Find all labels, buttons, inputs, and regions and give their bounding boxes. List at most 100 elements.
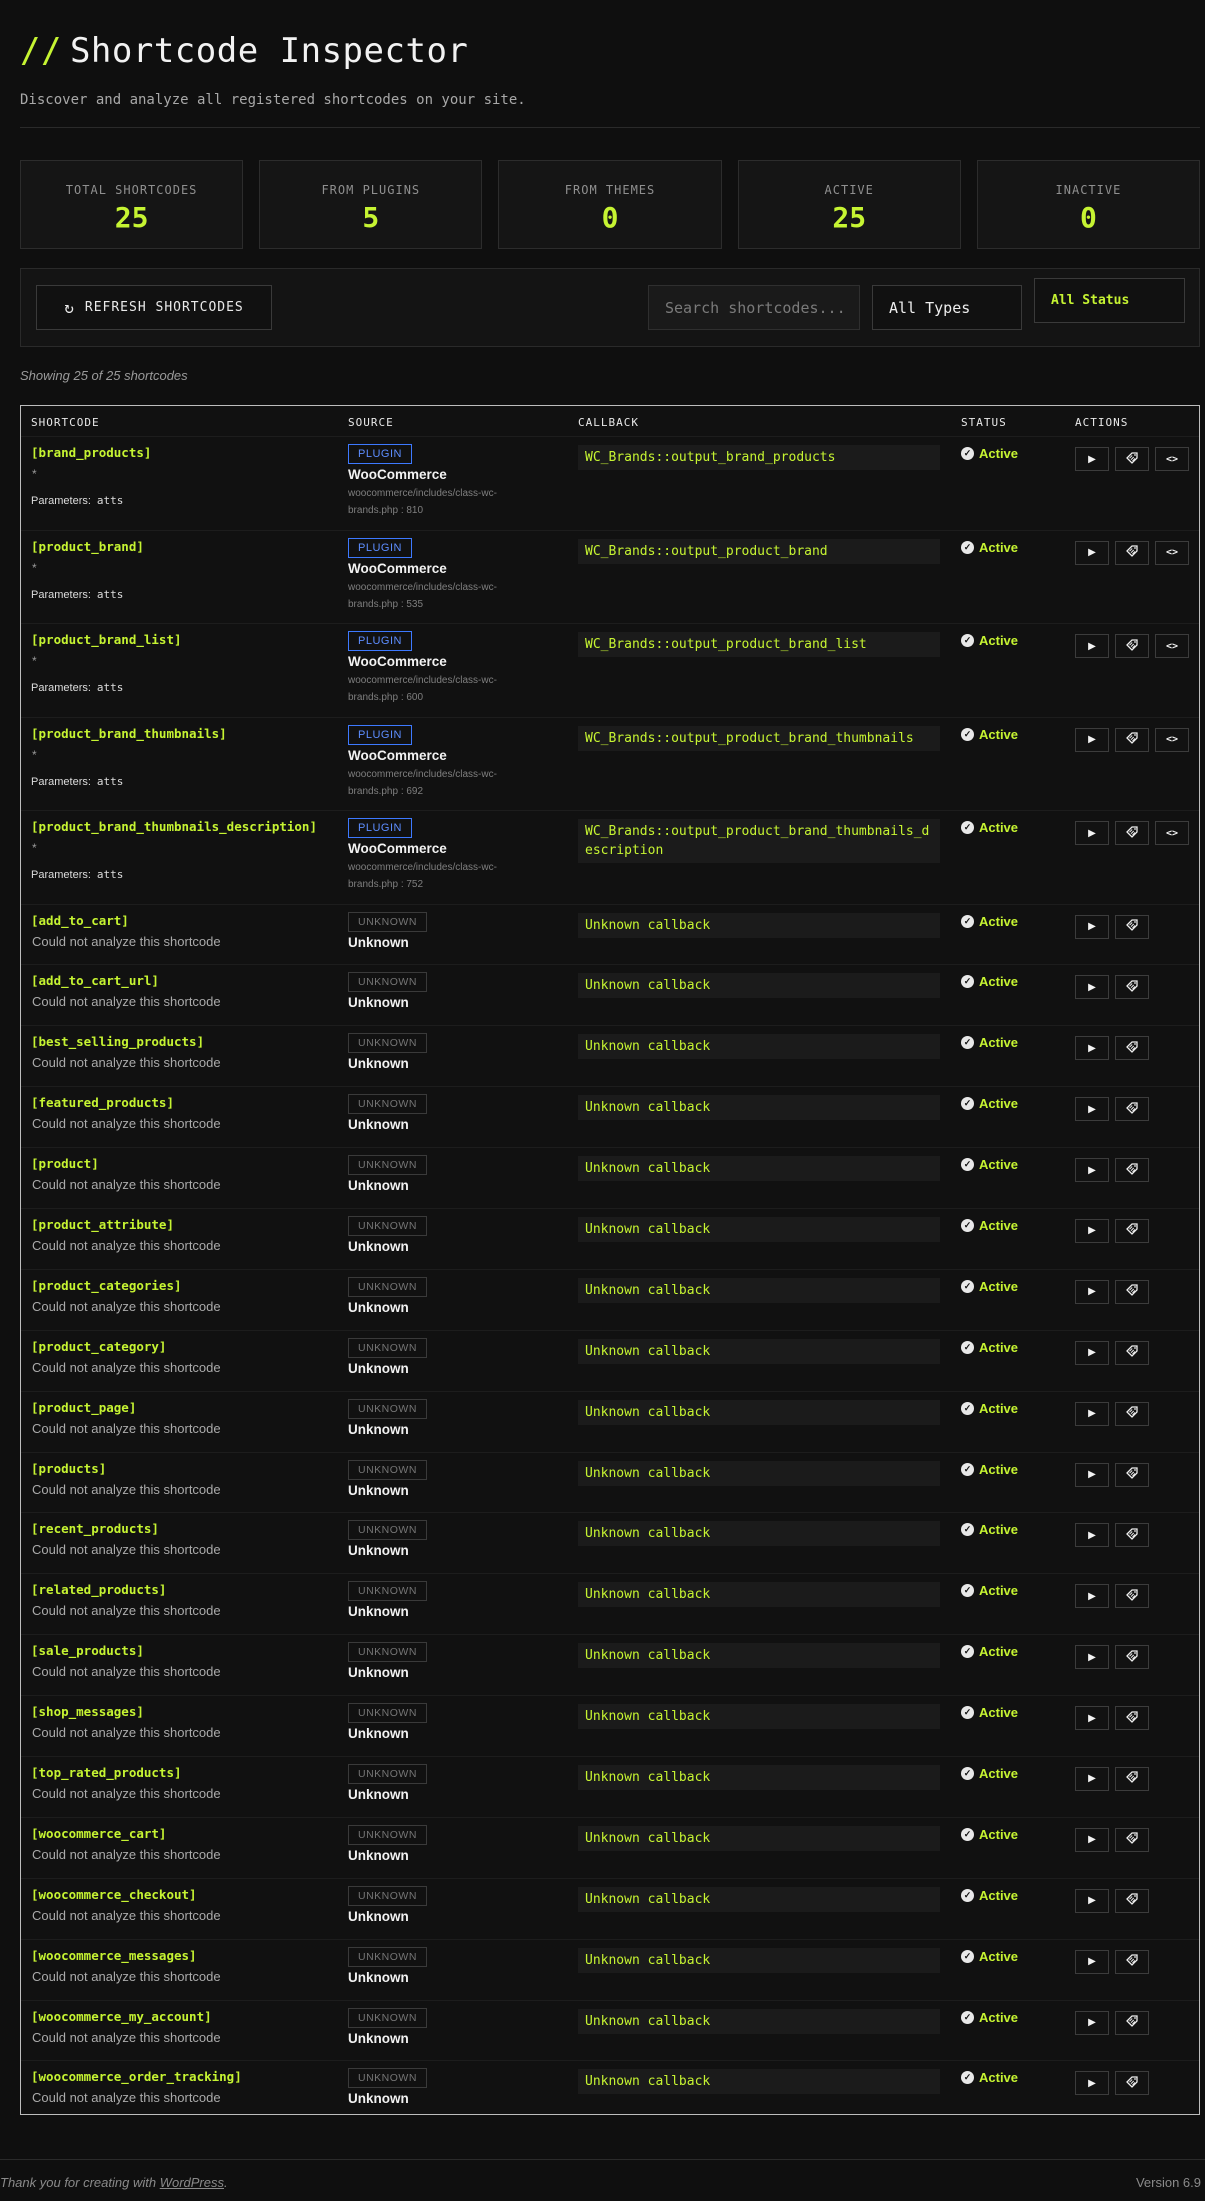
copy-shortcode-button[interactable] (1115, 1949, 1149, 1974)
callback-name: Unknown callback (578, 1095, 940, 1121)
row-actions: ▶ (1075, 1766, 1149, 1791)
copy-shortcode-button[interactable] (1115, 634, 1149, 658)
run-shortcode-button[interactable]: ▶ (1075, 821, 1109, 845)
copy-shortcode-button[interactable] (1115, 727, 1149, 752)
run-shortcode-button[interactable]: ▶ (1075, 634, 1109, 658)
view-source-button[interactable]: <> (1155, 727, 1189, 752)
tag-icon (1125, 544, 1139, 561)
run-shortcode-button[interactable]: ▶ (1075, 1401, 1109, 1426)
type-filter-select[interactable]: All Types (872, 285, 1022, 330)
status-badge: ✓ Active (961, 1462, 1018, 1477)
shortcode-attr-marker: * (32, 560, 37, 575)
callback-name: Unknown callback (578, 973, 940, 999)
run-shortcode-button[interactable]: ▶ (1075, 975, 1109, 1000)
view-source-button[interactable]: <> (1155, 634, 1189, 658)
check-circle-icon: ✓ (961, 1401, 974, 1415)
copy-shortcode-button[interactable] (1115, 1401, 1149, 1426)
copy-shortcode-button[interactable] (1115, 1279, 1149, 1304)
status-label: Active (979, 1400, 1019, 1416)
callback-name: Unknown callback (578, 1216, 940, 1242)
copy-shortcode-button[interactable] (1115, 1523, 1149, 1548)
copy-shortcode-button[interactable] (1115, 1218, 1149, 1243)
run-shortcode-button[interactable]: ▶ (1075, 1949, 1109, 1974)
callback-name: Unknown callback (578, 1582, 940, 1608)
copy-shortcode-button[interactable] (1115, 1766, 1149, 1791)
view-source-button[interactable]: <> (1155, 540, 1189, 565)
search-input[interactable] (648, 285, 860, 330)
run-shortcode-button[interactable]: ▶ (1075, 1645, 1109, 1670)
copy-shortcode-button[interactable] (1115, 1462, 1149, 1487)
copy-shortcode-button[interactable] (1115, 1340, 1149, 1365)
source-badge: UNKNOWN (348, 972, 427, 993)
run-shortcode-button[interactable]: ▶ (1075, 1158, 1109, 1183)
source-path: woocommerce/includes/class-wc-brands.php… (348, 862, 497, 890)
copy-shortcode-button[interactable] (1115, 1706, 1149, 1731)
run-shortcode-button[interactable]: ▶ (1075, 914, 1109, 939)
shortcode-attr-marker: * (32, 654, 37, 668)
copy-shortcode-button[interactable] (1115, 1827, 1149, 1852)
copy-shortcode-button[interactable] (1115, 1584, 1149, 1609)
run-shortcode-button[interactable]: ▶ (1075, 1340, 1109, 1365)
run-shortcode-button[interactable]: ▶ (1075, 1827, 1109, 1852)
status-filter-select[interactable]: All Status (1034, 278, 1185, 323)
copy-shortcode-button[interactable] (1115, 447, 1149, 471)
copy-shortcode-button[interactable] (1115, 1158, 1149, 1183)
shortcode-note: Could not analyze this shortcode (32, 1725, 221, 1741)
copy-shortcode-button[interactable] (1115, 1097, 1149, 1122)
run-shortcode-button[interactable]: ▶ (1075, 2010, 1109, 2035)
copy-shortcode-button[interactable] (1115, 540, 1149, 565)
shortcode-note: Could not analyze this shortcode (32, 1359, 221, 1375)
row-actions: ▶ (1075, 1645, 1149, 1670)
callback-name: Unknown callback (578, 1277, 940, 1303)
callback-name: Unknown callback (578, 912, 940, 938)
view-source-button[interactable]: <> (1155, 447, 1189, 471)
thanks-prefix: Thank you for creating with (0, 2175, 157, 2190)
status-badge: ✓ Active (961, 1827, 1018, 1842)
copy-shortcode-button[interactable] (1115, 914, 1149, 939)
run-shortcode-button[interactable]: ▶ (1075, 1766, 1109, 1791)
check-circle-icon: ✓ (961, 447, 974, 460)
status-badge: ✓ Active (961, 1949, 1018, 1964)
copy-shortcode-button[interactable] (1115, 975, 1149, 1000)
shortcode-params: Parameters: atts (31, 775, 123, 788)
status-badge: ✓ Active (961, 1096, 1018, 1111)
shortcode-name: [best_selling_products] (31, 1034, 205, 1050)
run-shortcode-button[interactable]: ▶ (1075, 1218, 1109, 1243)
run-shortcode-button[interactable]: ▶ (1075, 1523, 1109, 1548)
run-shortcode-button[interactable]: ▶ (1075, 1888, 1109, 1913)
status-label: Active (979, 1522, 1019, 1538)
refresh-shortcodes-button[interactable]: ↻ REFRESH SHORTCODES (36, 285, 272, 330)
run-shortcode-button[interactable]: ▶ (1075, 1279, 1109, 1304)
copy-shortcode-button[interactable] (1115, 1036, 1149, 1061)
source-name: Unknown (348, 2091, 409, 2107)
play-icon: ▶ (1088, 640, 1096, 652)
run-shortcode-button[interactable]: ▶ (1075, 540, 1109, 565)
run-shortcode-button[interactable]: ▶ (1075, 1584, 1109, 1609)
run-shortcode-button[interactable]: ▶ (1075, 1036, 1109, 1061)
wordpress-link[interactable]: WordPress (160, 2175, 224, 2190)
run-shortcode-button[interactable]: ▶ (1075, 1462, 1109, 1487)
table-row: [recent_products] Could not analyze this … (21, 1512, 1199, 1573)
tag-icon (1125, 1162, 1139, 1179)
status-label: Active (979, 1948, 1019, 1964)
stat-active: ACTIVE 25 (737, 160, 961, 249)
source-name: WooCommerce (348, 560, 447, 576)
copy-shortcode-button[interactable] (1115, 1645, 1149, 1670)
run-shortcode-button[interactable]: ▶ (1075, 1706, 1109, 1731)
run-shortcode-button[interactable]: ▶ (1075, 2071, 1109, 2096)
shortcode-params: Parameters: atts (31, 681, 123, 694)
check-circle-icon: ✓ (961, 1766, 974, 1780)
copy-shortcode-button[interactable] (1115, 1888, 1149, 1913)
check-circle-icon: ✓ (961, 1949, 974, 1963)
run-shortcode-button[interactable]: ▶ (1075, 447, 1109, 471)
copy-shortcode-button[interactable] (1115, 2010, 1149, 2035)
run-shortcode-button[interactable]: ▶ (1075, 727, 1109, 752)
copy-shortcode-button[interactable] (1115, 821, 1149, 845)
copy-shortcode-button[interactable] (1115, 2071, 1149, 2096)
play-icon: ▶ (1088, 453, 1096, 465)
run-shortcode-button[interactable]: ▶ (1075, 1097, 1109, 1122)
callback-name: Unknown callback (578, 1156, 940, 1182)
status-badge: ✓ Active (961, 1401, 1018, 1416)
view-source-button[interactable]: <> (1155, 821, 1189, 845)
play-icon: ▶ (1088, 1529, 1096, 1541)
